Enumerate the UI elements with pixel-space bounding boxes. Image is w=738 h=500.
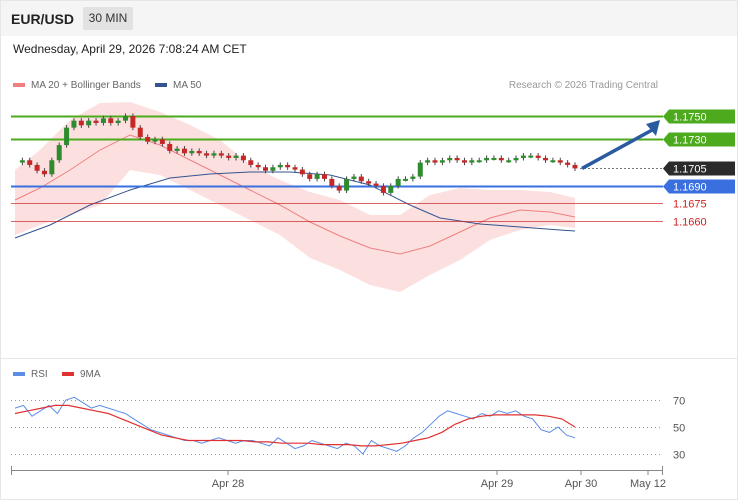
candle (196, 150, 202, 154)
rsi-line (14, 396, 576, 455)
rsi-tick-label: 30 (673, 450, 685, 462)
candle (572, 164, 578, 169)
candle (513, 157, 519, 161)
candle (461, 160, 467, 163)
candle (388, 185, 394, 193)
candle (174, 148, 180, 151)
candle (498, 157, 504, 161)
candle (520, 155, 526, 158)
candle (270, 167, 276, 171)
level-label: 1.1675 (673, 199, 707, 211)
candle (218, 153, 224, 156)
candle (425, 160, 431, 163)
candle (329, 178, 335, 186)
candle (469, 160, 475, 163)
candle (240, 155, 246, 161)
candle (410, 176, 416, 179)
level-label: 1.1750 (673, 112, 707, 124)
time-tick-label: May 12 (630, 478, 666, 490)
rsi-tick-label: 70 (673, 396, 685, 408)
candle (358, 176, 364, 182)
candle (248, 160, 254, 165)
candle (64, 127, 70, 146)
candle (380, 185, 386, 193)
candle (19, 160, 25, 163)
level-label: 1.1730 (673, 135, 707, 147)
candle (417, 162, 423, 177)
candle (27, 160, 33, 165)
level-label: 1.1705 (673, 164, 707, 176)
candle (115, 120, 121, 123)
candle (211, 153, 217, 156)
candle (373, 183, 379, 186)
candle (137, 127, 143, 137)
candle (439, 160, 445, 163)
candle (56, 145, 62, 161)
candle (476, 160, 482, 163)
candle (535, 155, 541, 158)
time-tick-label: Apr 29 (481, 478, 513, 490)
rsi-tick-label: 50 (673, 423, 685, 435)
candle (550, 160, 556, 163)
candle (321, 174, 327, 179)
candle (454, 157, 460, 161)
candle (484, 157, 490, 161)
candle (130, 116, 136, 128)
candle (299, 169, 305, 175)
candle (233, 155, 239, 158)
candle (78, 120, 84, 126)
level-label: 1.1660 (673, 217, 707, 229)
candle (314, 174, 320, 179)
candle (123, 116, 129, 121)
candle (145, 136, 151, 142)
candle (189, 150, 195, 154)
candle (108, 118, 114, 123)
candle (432, 160, 438, 163)
candle (167, 143, 173, 151)
projection-arrow (581, 127, 655, 170)
rsi-ma9-line (14, 404, 576, 447)
candle (181, 148, 187, 154)
level-label: 1.1690 (673, 182, 707, 194)
candle (34, 164, 40, 171)
candle (71, 120, 77, 128)
candle (447, 157, 453, 161)
candle (86, 120, 92, 126)
candle (543, 157, 549, 161)
price-chart[interactable]: 70 50 30 Apr 28 Apr 29 Apr 30 May 12 1.1750 1.… (0, 0, 738, 500)
time-tick-label: Apr 30 (565, 478, 597, 490)
candle (49, 160, 55, 175)
candle (152, 139, 158, 142)
candle (351, 176, 357, 179)
candle (403, 178, 409, 181)
bollinger-band (15, 102, 575, 292)
candle (336, 185, 342, 191)
time-tick-label: Apr 28 (212, 478, 244, 490)
candle (41, 170, 47, 175)
candle (366, 181, 372, 184)
candle (285, 164, 291, 168)
candle (277, 164, 283, 168)
candle (307, 174, 313, 179)
candle (344, 178, 350, 191)
candle (292, 167, 298, 170)
candle (204, 153, 210, 156)
candle (255, 164, 261, 168)
candle (159, 139, 165, 144)
candle (93, 120, 99, 123)
candle (226, 155, 232, 158)
candle (557, 160, 563, 163)
candle (565, 162, 571, 165)
candle (506, 160, 512, 163)
candle (528, 155, 534, 158)
candle (395, 178, 401, 186)
candle (100, 118, 106, 123)
candle (263, 167, 269, 171)
candle (491, 157, 497, 160)
